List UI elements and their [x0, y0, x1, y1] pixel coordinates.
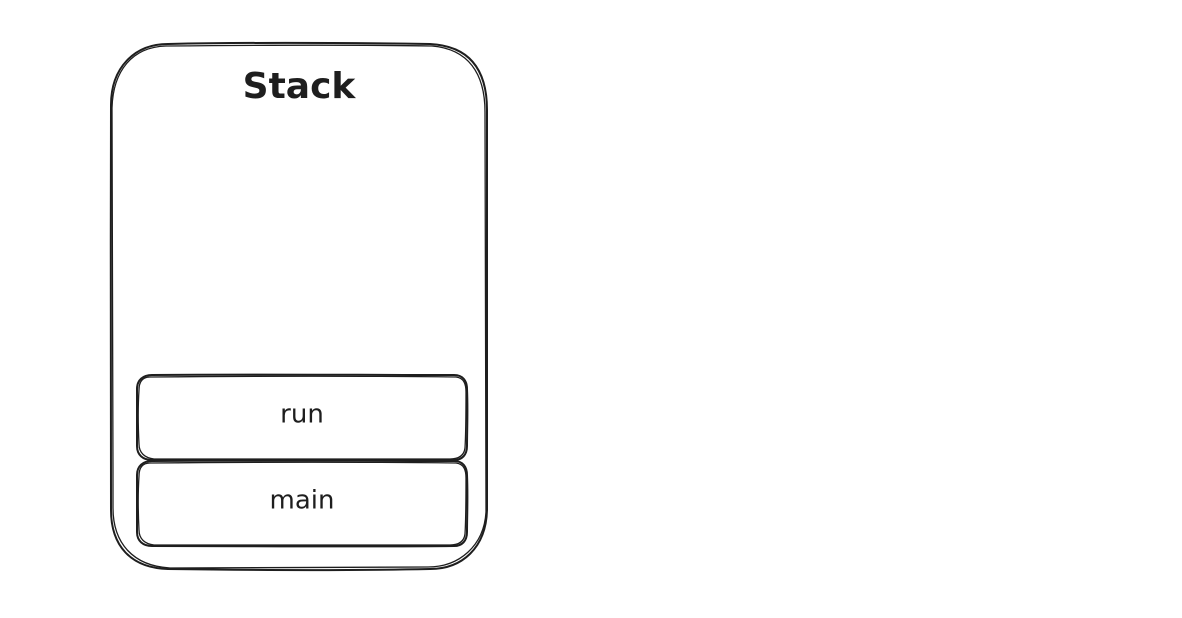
diagram-canvas: Stack run main	[109, 41, 489, 572]
stack-frame-label: run	[280, 400, 324, 430]
stack-frame-label: main	[270, 486, 335, 516]
stack-title: Stack	[243, 66, 357, 107]
